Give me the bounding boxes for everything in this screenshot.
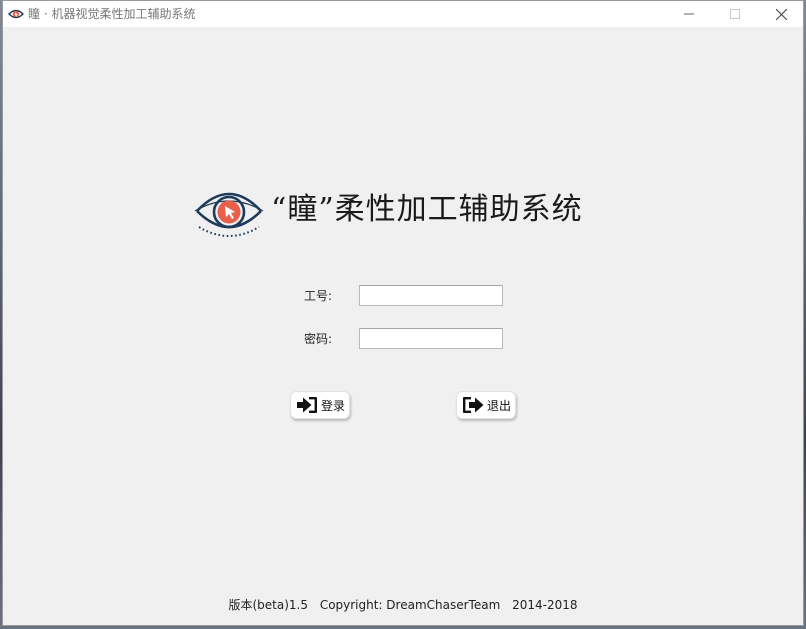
login-label: 登录 xyxy=(321,398,346,413)
footer: 版本(beta)1.5 Copyright: DreamChaserTeam 2… xyxy=(3,597,803,613)
password-input[interactable] xyxy=(359,328,503,349)
close-button[interactable] xyxy=(758,1,804,27)
exit-arrow-icon xyxy=(463,397,484,413)
login-arrow-icon xyxy=(297,397,317,413)
version-text: 版本(beta)1.5 xyxy=(228,598,308,612)
copyright-years: 2014-2018 xyxy=(512,598,578,612)
exit-button[interactable]: 退出 xyxy=(456,391,516,419)
employee-id-input[interactable] xyxy=(359,285,503,306)
app-eye-icon xyxy=(8,9,24,19)
app-title: “瞳”柔性加工辅助系统 xyxy=(271,192,583,227)
password-label: 密码: xyxy=(304,332,333,346)
exit-label: 退出 xyxy=(487,398,512,413)
login-window: 瞳 · 机器视觉柔性加工辅助系统 “瞳”柔性加工辅助系统 工号: 密码: 登录 … xyxy=(2,0,804,626)
copyright-text: Copyright: DreamChaserTeam xyxy=(319,598,501,612)
minimize-icon xyxy=(684,13,694,15)
minimize-button[interactable] xyxy=(666,1,712,27)
maximize-button[interactable] xyxy=(712,1,758,27)
title-bar[interactable]: 瞳 · 机器视觉柔性加工辅助系统 xyxy=(3,1,803,27)
eye-cursor-icon xyxy=(194,192,264,237)
employee-id-label: 工号: xyxy=(304,289,333,303)
login-button[interactable]: 登录 xyxy=(290,391,350,419)
close-icon xyxy=(775,8,787,20)
window-title: 瞳 · 机器视觉柔性加工辅助系统 xyxy=(28,7,196,21)
maximize-icon xyxy=(730,9,740,19)
